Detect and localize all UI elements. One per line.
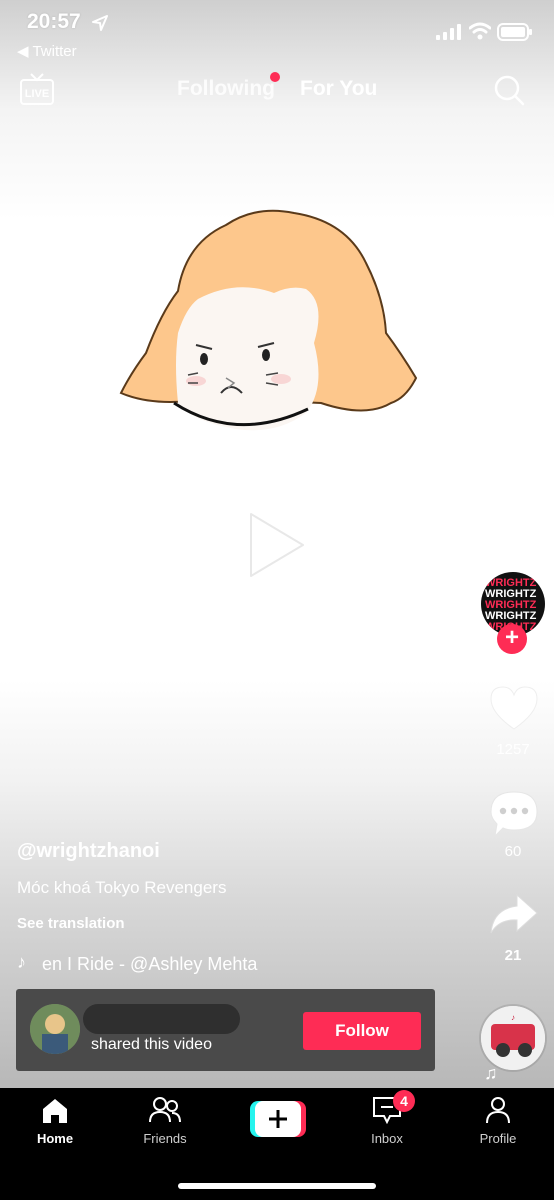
signal-icon [436,24,461,40]
status-time: 20:57 [27,10,81,33]
inbox-badge: 4 [393,1090,415,1112]
nav-profile[interactable]: Profile [453,1096,543,1146]
profile-icon [486,1097,510,1124]
video-illustration[interactable] [116,203,421,438]
sharer-avatar[interactable] [30,1004,80,1054]
nav-inbox-label: Inbox [371,1131,403,1146]
music-note-icon: ♪ [17,952,26,972]
see-translation-link[interactable]: See translation [17,915,125,932]
play-icon[interactable] [247,510,307,580]
nav-home-label: Home [36,1131,74,1146]
battery-icon [497,23,532,41]
video-caption: Móc khoá Tokyo Revengers [17,878,227,897]
live-label: LIVE [25,88,49,100]
creator-username[interactable]: @wrightzhanoi [17,840,160,863]
back-app-label: Twitter [32,43,77,60]
sharer-avatar-art [30,1004,80,1054]
back-arrow-icon: ◀ [17,43,33,60]
nav-home[interactable]: Home [10,1096,100,1146]
tab-for-you[interactable]: For You [300,77,377,101]
share-count: 21 [504,947,522,964]
svg-text:♪: ♪ [511,1013,515,1022]
shared-this-video-text: shared this video [91,1036,212,1053]
search-icon[interactable] [493,74,525,106]
redacted-sharer-name [83,1004,240,1034]
comment-count: 60 [504,843,522,860]
comment-icon[interactable] [489,790,539,838]
nav-profile-label: Profile [479,1131,517,1146]
heart-icon[interactable] [489,685,539,731]
like-count: 1257 [496,741,530,758]
music-disc-art: ♪ [481,1006,545,1070]
music-disc[interactable]: ♪ [481,1006,545,1070]
location-arrow-icon [92,15,108,31]
tab-following[interactable]: Following [177,77,275,101]
back-to-app-link[interactable]: ◀ Twitter [17,42,77,60]
following-notification-dot [270,72,280,82]
music-note-icon: ♫ [484,1063,498,1083]
create-plus-button[interactable] [250,1101,306,1137]
song-title[interactable]: en I Ride - @Ashley Mehta [42,954,272,975]
follow-button[interactable]: Follow [303,1012,421,1050]
live-icon[interactable]: LIVE [19,72,55,106]
follow-creator-plus-button[interactable]: + [497,624,527,654]
share-icon[interactable] [489,893,539,937]
wifi-icon [469,22,491,40]
nav-inbox[interactable]: Inbox [342,1096,432,1146]
friends-icon [149,1097,181,1123]
nav-friends[interactable]: Friends [120,1096,210,1146]
home-indicator [178,1183,376,1189]
nav-friends-label: Friends [143,1131,187,1146]
home-icon [43,1099,67,1123]
